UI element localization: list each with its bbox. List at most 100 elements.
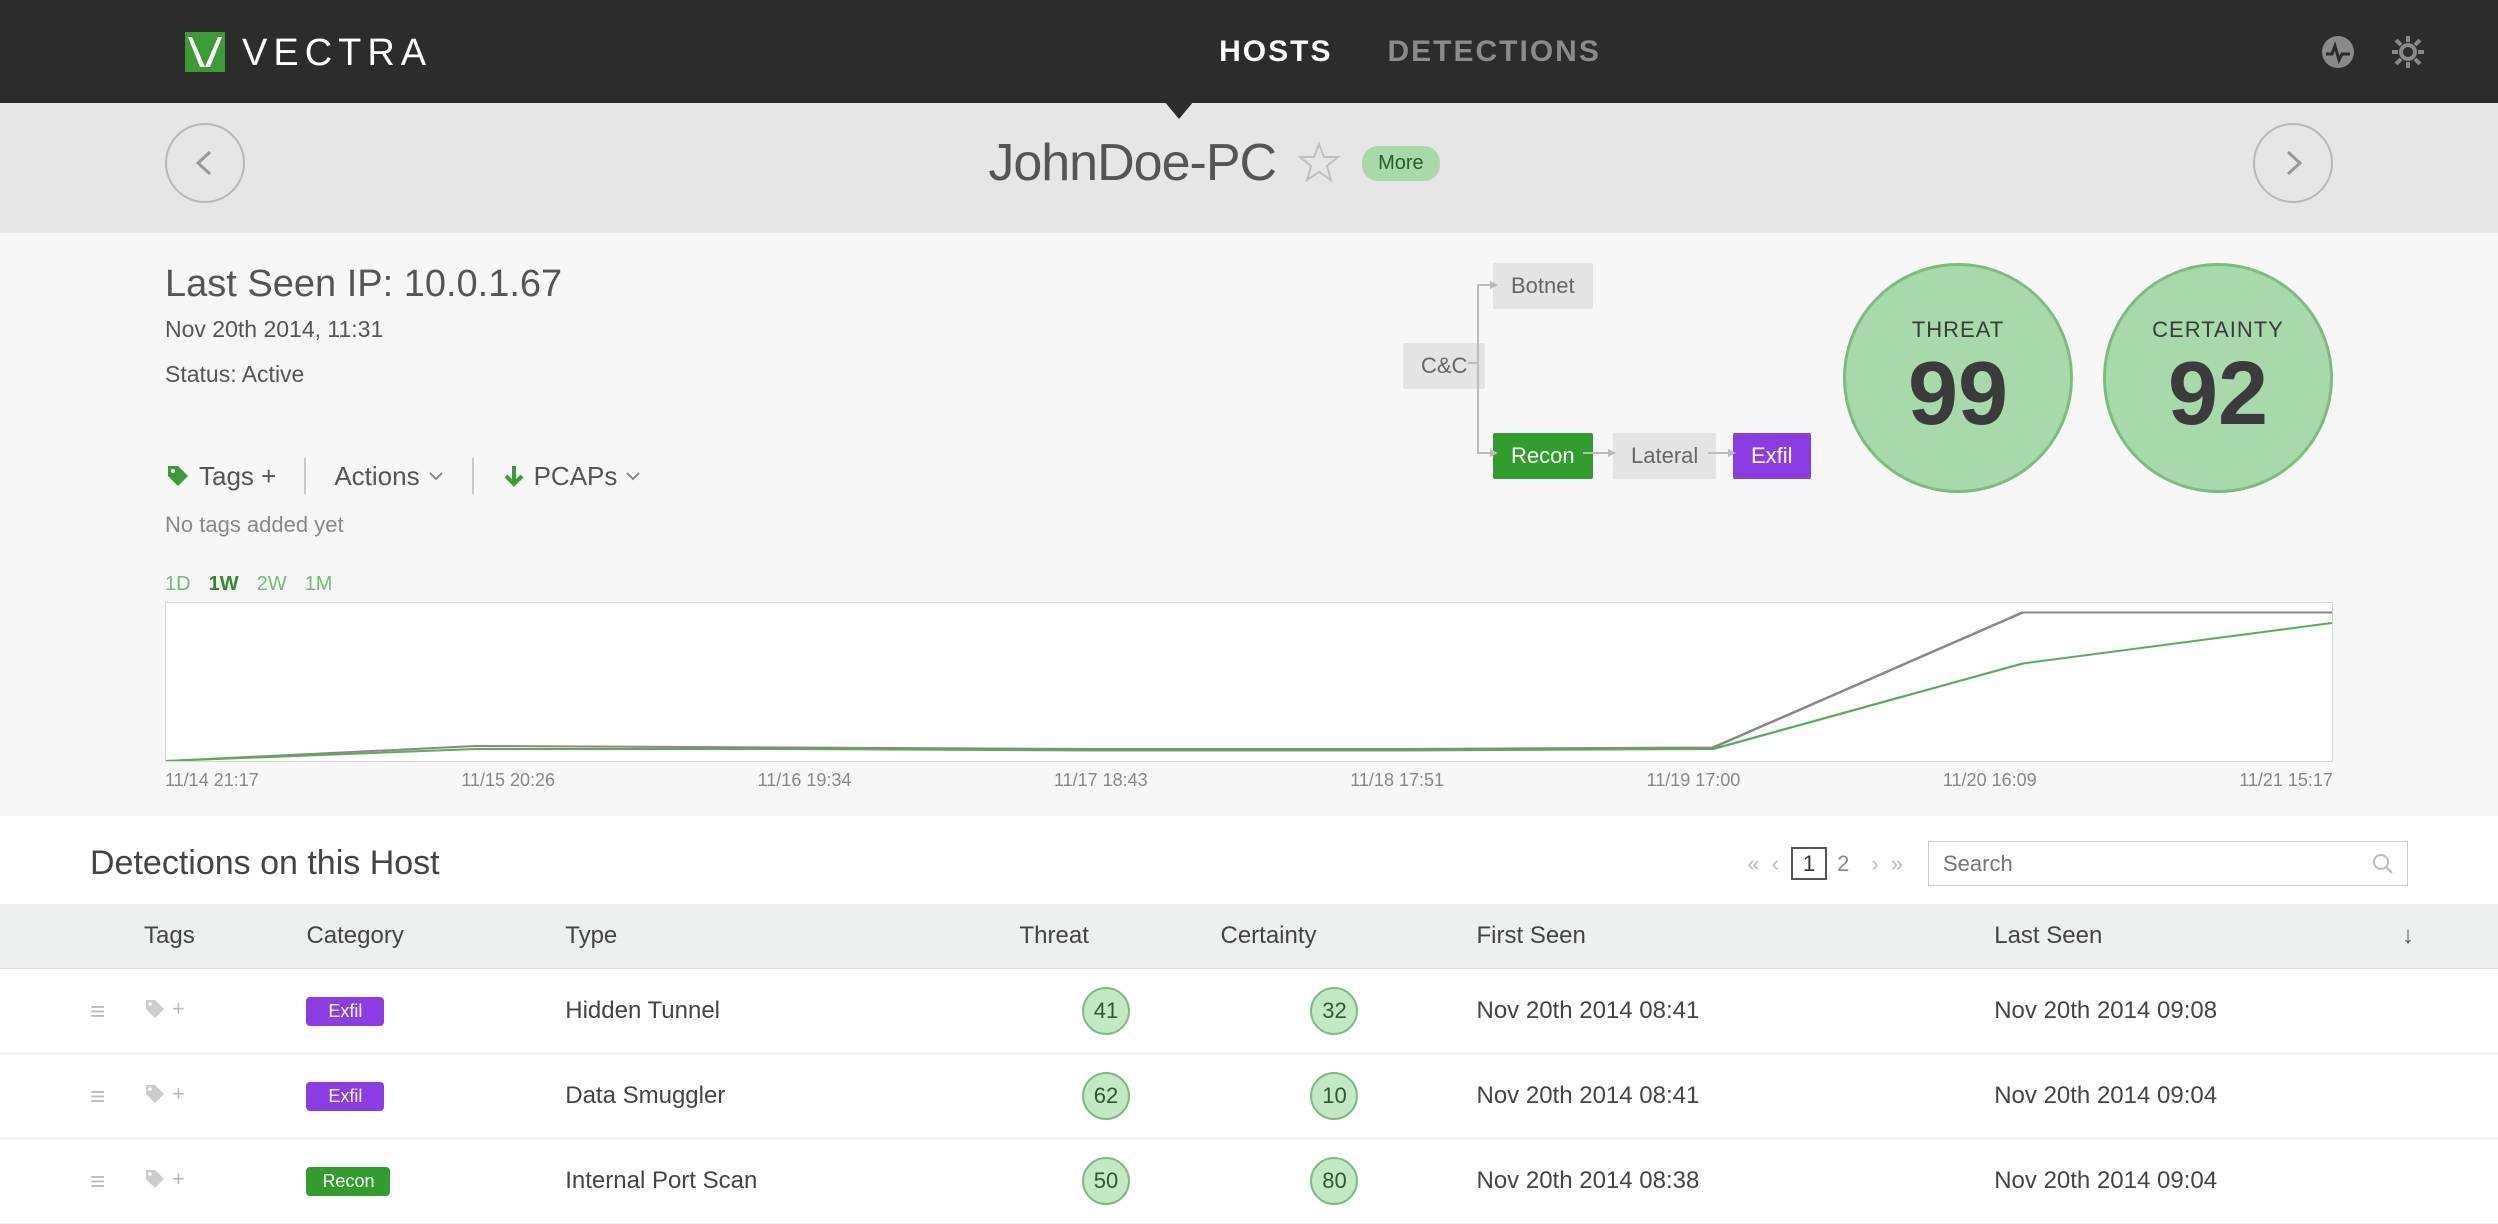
cell-type: Internal Port Scan (551, 1139, 1005, 1224)
page-2[interactable]: 2 (1827, 849, 1859, 878)
info-left: Last Seen IP: 10.0.1.67 Nov 20th 2014, 1… (165, 263, 1313, 538)
logo-icon (180, 27, 230, 77)
range-tabs: 1D 1W 2W 1M (165, 573, 2333, 596)
cell-type: Data Smuggler (551, 1054, 1005, 1139)
tags-button[interactable]: Tags + (165, 461, 276, 492)
health-icon[interactable] (2318, 32, 2358, 72)
col-threat[interactable]: Threat (1006, 904, 1207, 969)
drag-icon[interactable]: ≡ (90, 996, 105, 1026)
add-tag-button[interactable]: + (144, 1166, 185, 1192)
search-input[interactable] (1943, 851, 2372, 877)
col-last-seen[interactable]: Last Seen↓ (1980, 904, 2498, 969)
chevron-down-icon (428, 471, 444, 481)
last-seen-timestamp: Nov 20th 2014, 11:31 (165, 316, 1313, 343)
tags-label: Tags + (199, 461, 276, 492)
main: Last Seen IP: 10.0.1.67 Nov 20th 2014, 1… (0, 233, 2498, 791)
flow-arrows (1313, 263, 1833, 493)
certainty-label: CERTAINTY (2152, 317, 2284, 343)
star-icon[interactable] (1296, 140, 1342, 186)
col-handle (0, 904, 130, 969)
xaxis-tick: 11/18 17:51 (1350, 770, 1444, 791)
host-title: JohnDoe-PC More (988, 133, 1439, 193)
xaxis-tick: 11/16 19:34 (758, 770, 852, 791)
prev-host-button[interactable] (165, 123, 245, 203)
detections-title: Detections on this Host (90, 844, 440, 883)
nav-right (2318, 32, 2428, 72)
sort-desc-icon[interactable]: ↓ (2402, 922, 2414, 950)
more-button[interactable]: More (1362, 146, 1440, 181)
info-row: Last Seen IP: 10.0.1.67 Nov 20th 2014, 1… (165, 263, 2333, 538)
chart-line-threat (166, 613, 2332, 762)
actions-label: Actions (334, 461, 419, 492)
category-pill: Exfil (306, 997, 384, 1026)
xaxis-tick: 11/15 20:26 (461, 770, 555, 791)
category-pill: Recon (306, 1167, 390, 1196)
range-1M[interactable]: 1M (305, 573, 333, 596)
gear-icon[interactable] (2388, 32, 2428, 72)
certainty-badge: 32 (1310, 987, 1358, 1035)
host-name: JohnDoe-PC (988, 133, 1276, 193)
page-next-icon[interactable]: › (1871, 851, 1878, 877)
pcaps-label: PCAPs (534, 461, 618, 492)
threat-badge: 50 (1082, 1157, 1130, 1205)
threat-badge: 41 (1082, 987, 1130, 1035)
subheader: JohnDoe-PC More (0, 103, 2498, 233)
page-last-icon[interactable]: » (1891, 851, 1903, 877)
xaxis-tick: 11/17 18:43 (1054, 770, 1148, 791)
cell-first-seen: Nov 20th 2014 08:41 (1463, 1054, 1981, 1139)
table-row[interactable]: ≡ +ExfilData Smuggler6210Nov 20th 2014 0… (0, 1054, 2498, 1139)
table-row[interactable]: ≡ + Exfil Hidden Tunnel 41 32 Nov 20th 2014 0… (0, 969, 2498, 1054)
cell-type: Hidden Tunnel (551, 969, 1005, 1054)
threat-label: THREAT (1912, 317, 2004, 343)
drag-icon[interactable]: ≡ (90, 1081, 105, 1111)
page-prev-icon[interactable]: ‹ (1772, 851, 1779, 877)
certainty-score: CERTAINTY 92 (2103, 263, 2333, 493)
table-row[interactable]: ≡ + Recon Internal Port Scan 50 80 Nov 20th 2… (0, 1139, 2498, 1224)
chart-line-certainty (166, 623, 2332, 761)
divider (304, 458, 306, 494)
divider (472, 458, 474, 494)
page-first-icon[interactable]: « (1747, 851, 1759, 877)
page-1[interactable]: 1 (1791, 847, 1827, 880)
detections-section: Detections on this Host « ‹ 12 › » TagsC… (0, 816, 2498, 1224)
table-header-row: TagsCategoryTypeThreatCertaintyFirst See… (0, 904, 2498, 969)
chart: 1D1W2W1M 11/14 21:1711/15 20:2611/16 19:… (165, 573, 2333, 791)
svg-text:VECTRA: VECTRA (242, 32, 432, 74)
host-status: Status: Active (165, 361, 1313, 388)
cell-last-seen: Nov 20th 2014 09:08 (1980, 969, 2498, 1054)
xaxis-tick: 11/21 15:17 (2239, 770, 2333, 791)
next-host-button[interactable] (2253, 123, 2333, 203)
col-category[interactable]: Category (292, 904, 551, 969)
logo[interactable]: VECTRA (180, 27, 502, 77)
attack-flow: Botnet C&C Recon Lateral Exfil (1313, 263, 1833, 493)
top-nav: VECTRA HOSTS DETECTIONS (0, 0, 2498, 103)
col-tags[interactable]: Tags (130, 904, 292, 969)
add-tag-button[interactable]: + (144, 996, 185, 1022)
chart-canvas[interactable] (165, 602, 2333, 762)
range-1D[interactable]: 1D (165, 573, 191, 596)
cell-last-seen: Nov 20th 2014 09:04 (1980, 1054, 2498, 1139)
threat-score: THREAT 99 (1843, 263, 2073, 493)
drag-icon[interactable]: ≡ (90, 1166, 105, 1196)
download-icon (502, 464, 526, 488)
action-bar: Tags + Actions PCAPs (165, 458, 1313, 494)
range-1W[interactable]: 1W (209, 573, 239, 596)
col-first-seen[interactable]: First Seen (1463, 904, 1981, 969)
detections-table: TagsCategoryTypeThreatCertaintyFirst See… (0, 904, 2498, 1224)
threat-badge: 62 (1082, 1072, 1130, 1120)
nav-detections[interactable]: DETECTIONS (1388, 35, 1601, 69)
pcaps-dropdown[interactable]: PCAPs (502, 461, 642, 492)
nav-hosts[interactable]: HOSTS (1219, 35, 1332, 69)
certainty-badge: 80 (1310, 1157, 1358, 1205)
col-certainty[interactable]: Certainty (1206, 904, 1462, 969)
scores: THREAT 99 CERTAINTY 92 (1833, 263, 2333, 538)
logo-text: VECTRA (242, 27, 502, 77)
last-seen-ip: Last Seen IP: 10.0.1.67 (165, 263, 1313, 306)
search-box[interactable] (1928, 841, 2408, 886)
add-tag-button[interactable]: + (144, 1081, 185, 1107)
col-type[interactable]: Type (551, 904, 1005, 969)
range-2W[interactable]: 2W (257, 573, 287, 596)
pager: « ‹ 12 › » (1747, 851, 1903, 877)
actions-dropdown[interactable]: Actions (334, 461, 443, 492)
cell-first-seen: Nov 20th 2014 08:38 (1463, 1139, 1981, 1224)
